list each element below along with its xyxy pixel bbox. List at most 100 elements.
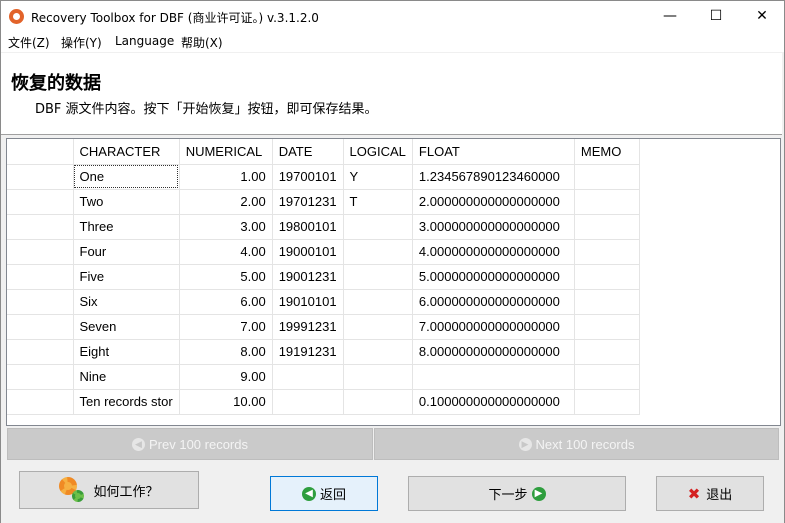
cell-rowselector[interactable] <box>7 214 74 240</box>
cell-float[interactable]: 7.000000000000000000 <box>412 314 575 340</box>
table-row[interactable]: Eight 8.00 19191231 8.000000000000000000 <box>7 339 640 365</box>
cell-date[interactable]: 19991231 <box>272 314 344 340</box>
cell-memo[interactable] <box>574 189 640 215</box>
cell-float[interactable]: 1.234567890123460000 <box>412 164 575 190</box>
cell-numerical[interactable]: 1.00 <box>179 164 273 190</box>
cell-date[interactable]: 19700101 <box>272 164 344 190</box>
cell-rowselector[interactable] <box>7 239 74 265</box>
cell-date[interactable]: 19001231 <box>272 264 344 290</box>
cell-memo[interactable] <box>574 164 640 190</box>
cell-float[interactable]: 5.000000000000000000 <box>412 264 575 290</box>
cell-logical[interactable] <box>343 289 413 315</box>
exit-button[interactable]: ✖ 退出 <box>656 476 764 511</box>
cell-memo[interactable] <box>574 289 640 315</box>
cell-float[interactable]: 2.000000000000000000 <box>412 189 575 215</box>
cell-numerical[interactable]: 7.00 <box>179 314 273 340</box>
cell-numerical[interactable]: 4.00 <box>179 239 273 265</box>
back-button[interactable]: ◀ 返回 <box>270 476 378 511</box>
data-grid[interactable]: CHARACTER NUMERICAL DATE LOGICAL FLOAT M… <box>6 138 781 426</box>
table-row[interactable]: Ten records stor 10.00 0.10000000000000000… <box>7 389 640 415</box>
table-row[interactable]: Six 6.00 19010101 6.000000000000000000 <box>7 289 640 315</box>
cell-rowselector[interactable] <box>7 164 74 190</box>
cell-logical[interactable] <box>343 364 413 390</box>
cell-date[interactable]: 19000101 <box>272 239 344 265</box>
cell-character[interactable]: Nine <box>73 364 180 390</box>
cell-memo[interactable] <box>574 264 640 290</box>
column-header-numerical[interactable]: NUMERICAL <box>179 139 273 165</box>
cell-date[interactable]: 19191231 <box>272 339 344 365</box>
cell-memo[interactable] <box>574 364 640 390</box>
cell-memo[interactable] <box>574 339 640 365</box>
table-row[interactable]: Two 2.00 19701231 T 2.000000000000000000 <box>7 189 640 215</box>
cell-character[interactable]: One <box>73 164 180 190</box>
cell-float[interactable]: 6.000000000000000000 <box>412 289 575 315</box>
close-button[interactable]: ✕ <box>739 1 785 31</box>
title-bar[interactable]: Recovery Toolbox for DBF (商业许可证。) v.3.1.… <box>1 1 784 31</box>
column-header-logical[interactable]: LOGICAL <box>343 139 413 165</box>
table-row[interactable]: Nine 9.00 <box>7 364 640 390</box>
cell-character[interactable]: Ten records stor <box>73 389 180 415</box>
cell-numerical[interactable]: 10.00 <box>179 389 273 415</box>
table-row[interactable]: One 1.00 19700101 Y 1.234567890123460000 <box>7 164 640 190</box>
cell-date[interactable]: 19010101 <box>272 289 344 315</box>
maximize-button[interactable]: ☐ <box>693 1 739 31</box>
cell-numerical[interactable]: 2.00 <box>179 189 273 215</box>
cell-rowselector[interactable] <box>7 289 74 315</box>
cell-rowselector[interactable] <box>7 364 74 390</box>
table-row[interactable]: Five 5.00 19001231 5.000000000000000000 <box>7 264 640 290</box>
cell-numerical[interactable]: 3.00 <box>179 214 273 240</box>
cell-logical[interactable]: T <box>343 189 413 215</box>
cell-rowselector[interactable] <box>7 314 74 340</box>
minimize-button[interactable]: — <box>647 1 693 31</box>
next-button[interactable]: 下一步 ▶ <box>408 476 626 511</box>
cell-memo[interactable] <box>574 389 640 415</box>
cell-character[interactable]: Seven <box>73 314 180 340</box>
column-header-memo[interactable]: MEMO <box>574 139 640 165</box>
cell-character[interactable]: Eight <box>73 339 180 365</box>
cell-memo[interactable] <box>574 214 640 240</box>
column-header-date[interactable]: DATE <box>272 139 344 165</box>
cell-logical[interactable]: Y <box>343 164 413 190</box>
cell-character[interactable]: Four <box>73 239 180 265</box>
menu-file[interactable]: 文件(Z) <box>8 34 50 51</box>
cell-character[interactable]: Two <box>73 189 180 215</box>
menu-actions[interactable]: 操作(Y) <box>61 34 102 51</box>
cell-numerical[interactable]: 9.00 <box>179 364 273 390</box>
column-header-float[interactable]: FLOAT <box>412 139 575 165</box>
table-row[interactable]: Three 3.00 19800101 3.000000000000000000 <box>7 214 640 240</box>
cell-float[interactable] <box>412 364 575 390</box>
cell-date[interactable] <box>272 364 344 390</box>
cell-date[interactable]: 19800101 <box>272 214 344 240</box>
cell-numerical[interactable]: 6.00 <box>179 289 273 315</box>
prev-records-button[interactable]: ◀ Prev 100 records <box>7 428 373 460</box>
how-it-works-button[interactable]: 如何工作？ <box>19 471 199 509</box>
cell-character[interactable]: Three <box>73 214 180 240</box>
cell-float[interactable]: 0.100000000000000000 <box>412 389 575 415</box>
cell-rowselector[interactable] <box>7 339 74 365</box>
table-row[interactable]: Four 4.00 19000101 4.000000000000000000 <box>7 239 640 265</box>
table-row[interactable]: Seven 7.00 19991231 7.000000000000000000 <box>7 314 640 340</box>
menu-help[interactable]: 帮助(X) <box>181 34 223 51</box>
cell-float[interactable]: 4.000000000000000000 <box>412 239 575 265</box>
cell-logical[interactable] <box>343 239 413 265</box>
cell-float[interactable]: 3.000000000000000000 <box>412 214 575 240</box>
cell-float[interactable]: 8.000000000000000000 <box>412 339 575 365</box>
cell-date[interactable]: 19701231 <box>272 189 344 215</box>
next-records-button[interactable]: ▶ Next 100 records <box>374 428 779 460</box>
cell-numerical[interactable]: 8.00 <box>179 339 273 365</box>
cell-character[interactable]: Five <box>73 264 180 290</box>
cell-logical[interactable] <box>343 339 413 365</box>
menu-language[interactable]: Language <box>115 34 174 48</box>
cell-rowselector[interactable] <box>7 389 74 415</box>
cell-rowselector[interactable] <box>7 189 74 215</box>
cell-logical[interactable] <box>343 314 413 340</box>
cell-memo[interactable] <box>574 314 640 340</box>
cell-logical[interactable] <box>343 214 413 240</box>
cell-memo[interactable] <box>574 239 640 265</box>
cell-rowselector[interactable] <box>7 264 74 290</box>
cell-logical[interactable] <box>343 264 413 290</box>
cell-numerical[interactable]: 5.00 <box>179 264 273 290</box>
cell-date[interactable] <box>272 389 344 415</box>
cell-logical[interactable] <box>343 389 413 415</box>
cell-character[interactable]: Six <box>73 289 180 315</box>
